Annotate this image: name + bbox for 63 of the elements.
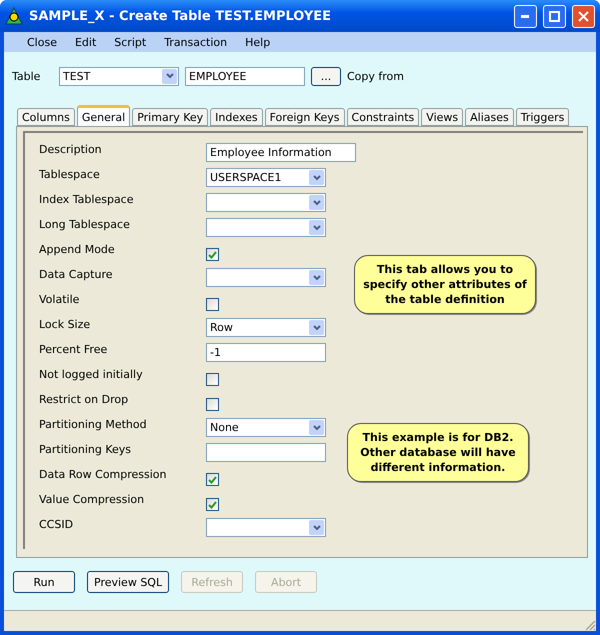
field-label: Index Tablespace [39, 193, 134, 206]
action-button[interactable]: Run [13, 571, 75, 593]
browse-button[interactable]: ... [311, 66, 341, 86]
field-label: Long Tablespace [39, 218, 131, 231]
checkbox[interactable] [206, 473, 219, 486]
copy-from-label: Copy from [347, 70, 404, 82]
close-icon [578, 10, 589, 22]
tab[interactable]: Aliases [465, 108, 514, 126]
text-field[interactable]: -1 [206, 343, 326, 362]
field-label: Tablespace [39, 168, 101, 181]
field-label: Percent Free [39, 343, 108, 356]
field-label: Restrict on Drop [39, 393, 130, 406]
field-label: Partitioning Keys [39, 443, 132, 456]
text-field[interactable]: Employee Information [206, 143, 356, 162]
table-label: Table [12, 70, 42, 82]
dropdown[interactable] [206, 218, 326, 237]
checkbox[interactable] [206, 373, 219, 386]
menu-item[interactable]: Close [18, 36, 66, 48]
tab[interactable]: Constraints [346, 108, 420, 126]
close-button[interactable] [572, 4, 595, 28]
tab[interactable]: General [76, 105, 130, 126]
dropdown[interactable]: None [206, 418, 326, 437]
field-label: Description [39, 143, 103, 156]
text-field[interactable] [206, 443, 326, 462]
field-label: Append Mode [39, 243, 116, 256]
field-label: Volatile [39, 293, 80, 306]
schema-dropdown[interactable]: TEST [59, 66, 179, 86]
minimize-icon [521, 14, 530, 18]
maximize-button[interactable] [543, 4, 566, 28]
maximize-icon [549, 10, 560, 22]
tab[interactable]: Triggers [516, 108, 570, 126]
menu-item[interactable]: Transaction [155, 36, 236, 48]
dropdown[interactable]: USERSPACE1 [206, 168, 326, 187]
table-name-field[interactable]: EMPLOYEE [185, 66, 305, 86]
dropdown[interactable] [206, 268, 326, 287]
window-title: SAMPLE_X - Create Table TEST.EMPLOYEE [29, 8, 332, 24]
app-icon [5, 7, 23, 25]
callout-note: This example is for DB2. Other database will have different information. [347, 423, 529, 482]
checkbox[interactable] [206, 498, 219, 511]
menu-item[interactable]: Script [105, 36, 156, 48]
tab[interactable]: Foreign Keys [264, 108, 345, 126]
dropdown[interactable] [206, 193, 326, 212]
tab[interactable]: Columns [17, 108, 75, 126]
checkbox[interactable] [206, 248, 219, 261]
minimize-button[interactable] [514, 4, 537, 28]
field-label: Value Compression [39, 493, 146, 506]
checkbox[interactable] [206, 398, 219, 411]
menu-item[interactable]: Edit [66, 36, 106, 48]
menu-item[interactable]: Help [236, 36, 280, 48]
tab[interactable]: Indexes [210, 108, 263, 126]
field-label: Not logged initially [39, 368, 144, 381]
tab[interactable]: Views [421, 108, 464, 126]
field-label: CCSID [39, 518, 74, 531]
tab[interactable]: Primary Key [132, 108, 208, 126]
callout-note: This tab allows you to specify other attributes of the table definition [354, 255, 536, 314]
action-button[interactable]: Preview SQL [87, 571, 170, 593]
field-label: Lock Size [39, 318, 92, 331]
field-label: Partitioning Method [39, 418, 148, 431]
field-label: Data Capture [39, 268, 114, 281]
checkbox[interactable] [206, 298, 219, 311]
dropdown[interactable]: Row [206, 318, 326, 337]
field-label: Data Row Compression [39, 468, 168, 481]
dropdown[interactable] [206, 518, 326, 537]
